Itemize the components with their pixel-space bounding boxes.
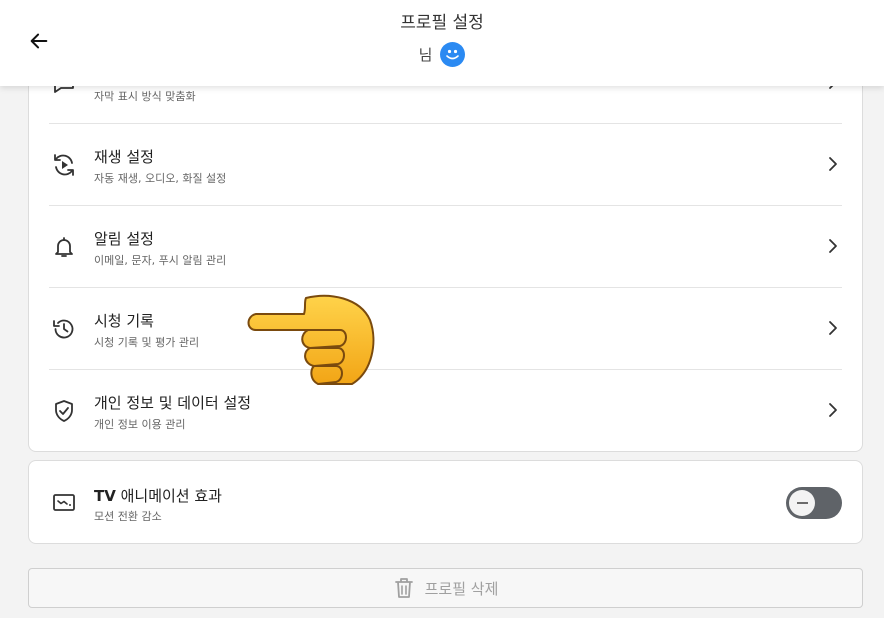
delete-profile-button[interactable]: 프로필 삭제	[28, 568, 863, 608]
tv-label-rest: 애니메이션 효과	[115, 487, 222, 505]
page-title: 프로필 설정	[400, 13, 484, 33]
shield-check-icon	[55, 400, 73, 422]
minus-icon	[796, 502, 808, 504]
settings-row-desc: 자동 재생, 오디오, 화질 설정	[94, 172, 227, 185]
settings-row-privacy[interactable]: 개인 정보 및 데이터 설정 개인 정보 이용 관리	[49, 370, 842, 452]
chevron-right-icon	[829, 239, 837, 253]
trash-icon	[394, 578, 413, 598]
tv-animation-desc: 모션 전환 감소	[94, 510, 162, 523]
profile-name: 님	[418, 46, 433, 64]
chevron-right-icon	[829, 157, 837, 171]
settings-row-label: 시청 기록	[94, 312, 154, 330]
settings-row-label: 알림 설정	[94, 230, 154, 248]
delete-profile-label: 프로필 삭제	[424, 579, 499, 598]
settings-row-label: 개인 정보 및 데이터 설정	[94, 394, 252, 412]
settings-row-label: 재생 설정	[94, 148, 154, 166]
settings-row-desc: 시청 기록 및 평가 관리	[94, 336, 200, 349]
tv-icon	[53, 494, 75, 511]
chevron-right-icon	[829, 321, 837, 335]
tv-animation-row: TV 애니메이션 효과 모션 전환 감소	[49, 461, 842, 545]
settings-row-desc: 개인 정보 이용 관리	[94, 418, 186, 431]
history-icon	[53, 319, 74, 339]
header-bar: 프로필 설정 님	[0, 0, 884, 86]
settings-card: 자막 표시 방식 맞춤화 재생 설정 자동 재생, 오디오, 화질 설정 알림 …	[28, 60, 863, 452]
settings-row-playback[interactable]: 재생 설정 자동 재생, 오디오, 화질 설정	[49, 124, 842, 206]
tv-animation-toggle[interactable]	[786, 487, 842, 519]
tv-label-bold: TV	[94, 487, 116, 505]
chevron-right-icon	[829, 403, 837, 417]
settings-row-desc: 이메일, 문자, 푸시 알림 관리	[94, 254, 227, 267]
tv-animation-card: TV 애니메이션 효과 모션 전환 감소	[28, 460, 863, 544]
toggle-knob	[789, 490, 815, 516]
profile-summary: 님	[0, 42, 884, 67]
settings-row-notifications[interactable]: 알림 설정 이메일, 문자, 푸시 알림 관리	[49, 206, 842, 288]
avatar	[440, 42, 466, 67]
settings-row-history[interactable]: 시청 기록 시청 기록 및 평가 관리	[49, 288, 842, 370]
settings-row-desc: 자막 표시 방식 맞춤화	[94, 90, 196, 103]
pointing-hand-icon	[247, 294, 375, 385]
tv-animation-label: TV 애니메이션 효과	[94, 485, 222, 506]
playback-icon	[54, 154, 74, 176]
bell-icon	[55, 237, 73, 257]
